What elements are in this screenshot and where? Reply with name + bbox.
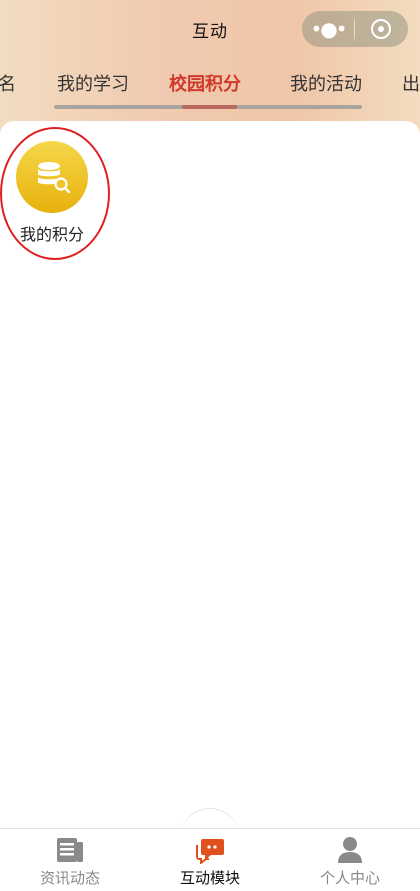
my-points-item[interactable]: 我的积分 — [10, 141, 94, 245]
nav-label-news: 资讯动态 — [39, 869, 100, 887]
tab-rank[interactable]: 名 — [0, 70, 16, 96]
target-icon[interactable] — [355, 19, 407, 39]
category-tabs: 名 我的学习 校园积分 我的活动 出 — [0, 70, 420, 100]
tab-my-activities[interactable]: 我的活动 — [290, 70, 362, 96]
tab-campus-points[interactable]: 校园积分 — [169, 70, 241, 96]
tab-more[interactable]: 出 — [402, 70, 420, 96]
content-panel: 我的积分 — [0, 121, 420, 831]
nav-label-interaction: 互动模块 — [179, 869, 240, 887]
my-points-label: 我的积分 — [19, 225, 84, 244]
mini-program-capsule: •●• — [302, 11, 408, 47]
nav-item-news[interactable]: 资讯动态 — [0, 829, 140, 891]
nav-item-profile[interactable]: 个人中心 — [280, 829, 420, 891]
tab-my-study[interactable]: 我的学习 — [57, 70, 129, 96]
news-icon — [54, 835, 86, 865]
bottom-nav: 资讯动态 互动模块 个人中心 — [0, 828, 420, 891]
tab-active-indicator — [182, 105, 237, 109]
chat-bubble-icon — [194, 835, 226, 865]
nav-item-interaction[interactable]: 互动模块 — [140, 829, 280, 891]
tab-scroll-track — [54, 105, 362, 109]
nav-label-profile: 个人中心 — [319, 869, 380, 887]
user-icon — [334, 835, 366, 865]
database-search-icon — [16, 141, 88, 213]
more-dots-icon[interactable]: •●• — [302, 11, 354, 47]
